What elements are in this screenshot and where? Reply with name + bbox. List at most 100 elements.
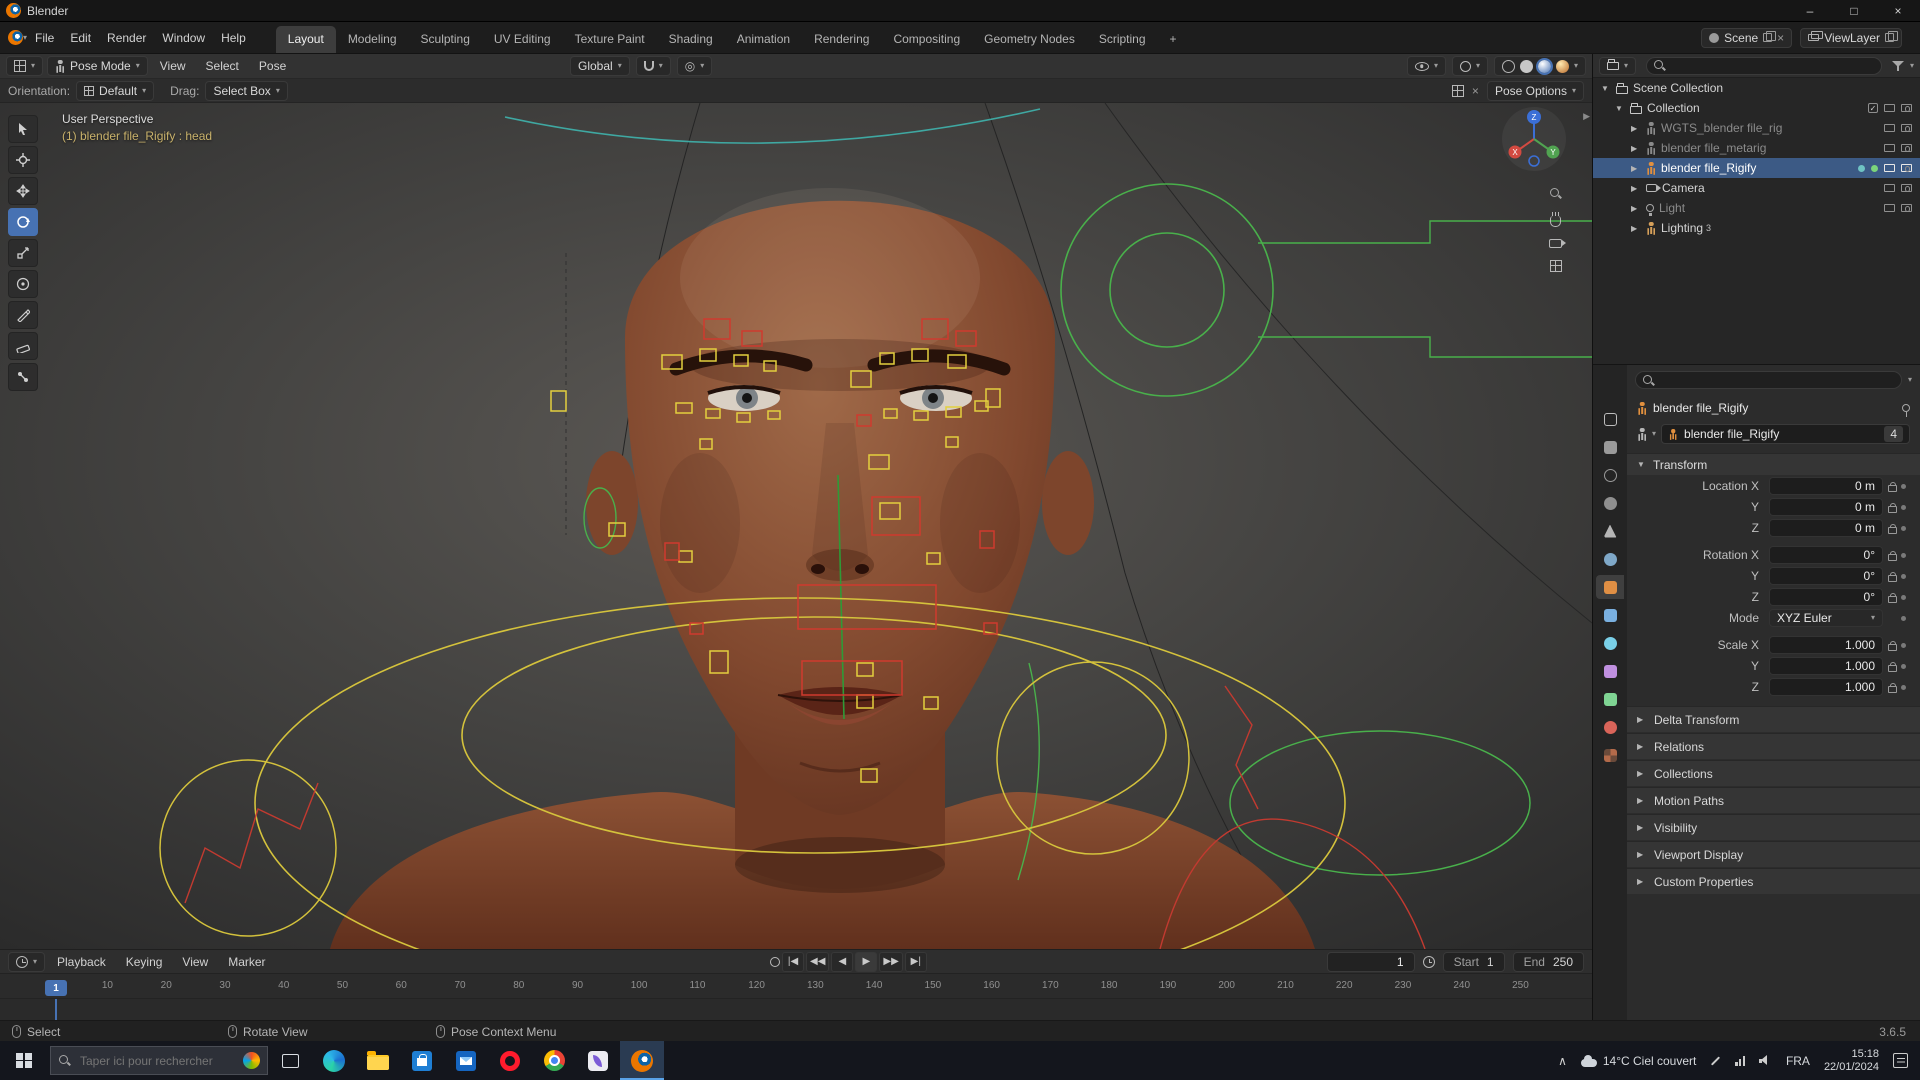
render-visibility-icon[interactable] (1901, 184, 1912, 192)
tab-world[interactable] (1596, 547, 1624, 571)
tab-shading[interactable]: Shading (657, 26, 725, 53)
tab-uv-editing[interactable]: UV Editing (482, 26, 563, 53)
properties-search[interactable] (1635, 371, 1902, 389)
navigation-gizmo[interactable]: Z X Y (1502, 107, 1566, 171)
tab-layout[interactable]: Layout (276, 26, 336, 53)
animate-dot[interactable] (1901, 664, 1906, 669)
measure-tool[interactable] (8, 332, 38, 360)
camera-view-icon[interactable] (1549, 239, 1562, 248)
taskbar-chrome[interactable] (532, 1041, 576, 1080)
scene-selector[interactable]: Scene × (1701, 28, 1792, 48)
animate-dot[interactable] (1901, 616, 1906, 621)
3d-viewport[interactable]: User Perspective (1) blender file_Rigify… (0, 103, 1592, 949)
close-icon[interactable]: × (1472, 84, 1479, 98)
menu-playback[interactable]: Playback (49, 953, 114, 971)
lock-icon[interactable] (1888, 596, 1897, 603)
outliner-row-scene-collection[interactable]: ▼ Scene Collection (1593, 78, 1920, 98)
taskbar-screenshot-tool[interactable] (576, 1041, 620, 1080)
tab-modifiers[interactable] (1596, 603, 1624, 627)
scale-tool[interactable] (8, 239, 38, 267)
blender-app-icon[interactable] (6, 3, 21, 18)
menu-keying[interactable]: Keying (118, 953, 171, 971)
selectability-visibility-dropdown[interactable]: ▾ (1407, 56, 1446, 76)
animate-dot[interactable] (1901, 553, 1906, 558)
taskbar-file-explorer[interactable] (356, 1041, 400, 1080)
viewport-visibility-icon[interactable] (1884, 164, 1895, 172)
lock-icon[interactable] (1888, 686, 1897, 693)
material-preview-icon[interactable] (1538, 60, 1551, 73)
transform-orientation-dropdown[interactable]: Global ▾ (570, 56, 630, 76)
tab-material[interactable] (1596, 715, 1624, 739)
lock-icon[interactable] (1888, 665, 1897, 672)
animate-dot[interactable] (1901, 484, 1906, 489)
start-frame-field[interactable]: Start 1 (1443, 952, 1505, 972)
new-viewlayer-icon[interactable] (1885, 33, 1894, 42)
drag-dropdown[interactable]: Select Box ▾ (205, 81, 287, 101)
minimize-button[interactable]: – (1788, 0, 1832, 22)
tab-texture[interactable] (1596, 743, 1624, 767)
animate-dot[interactable] (1901, 526, 1906, 531)
tab-constraints[interactable] (1596, 659, 1624, 683)
disclosure-icon[interactable]: ▶ (1631, 184, 1641, 193)
scale-y-field[interactable]: 1.000 (1769, 657, 1883, 675)
play-reverse-button[interactable]: ◀ (831, 952, 853, 972)
editor-type-selector[interactable]: ▾ (6, 56, 43, 76)
tab-texture-paint[interactable]: Texture Paint (563, 26, 657, 53)
tab-geometry-nodes[interactable]: Geometry Nodes (972, 26, 1087, 53)
rendered-shading-icon[interactable] (1556, 60, 1569, 73)
pose-breakdowner-tool[interactable] (8, 363, 38, 391)
pen-icon[interactable] (1711, 1056, 1720, 1065)
panel-visibility[interactable]: ▶Visibility (1627, 814, 1920, 840)
tab-view-layer[interactable] (1596, 491, 1624, 515)
prev-keyframe-button[interactable]: ◀◀ (806, 952, 829, 972)
outliner-row-camera[interactable]: ▶ Camera (1593, 178, 1920, 198)
timeline-ruler[interactable]: 1020304050607080901001101201301401501601… (0, 973, 1592, 998)
menu-edit[interactable]: Edit (62, 29, 99, 47)
lock-icon[interactable] (1888, 485, 1897, 492)
tab-animation[interactable]: Animation (725, 26, 802, 53)
viewport-visibility-icon[interactable] (1884, 104, 1895, 112)
clock-widget[interactable]: 15:18 22/01/2024 (1824, 1048, 1879, 1074)
timeline-track-area[interactable] (0, 998, 1592, 1020)
wireframe-shading-icon[interactable] (1502, 60, 1515, 73)
tab-compositing[interactable]: Compositing (881, 26, 972, 53)
action-center-icon[interactable] (1893, 1053, 1908, 1068)
panel-relations[interactable]: ▶Relations (1627, 733, 1920, 759)
viewlayer-selector[interactable]: ViewLayer (1800, 28, 1902, 48)
scale-z-field[interactable]: 1.000 (1769, 678, 1883, 696)
menu-select[interactable]: Select (198, 57, 247, 75)
panel-motion-paths[interactable]: ▶Motion Paths (1627, 787, 1920, 813)
unlink-scene-icon[interactable]: × (1777, 31, 1784, 45)
timeline-editor-selector[interactable]: ▾ (8, 952, 45, 972)
tray-expand-icon[interactable]: ∧ (1558, 1054, 1567, 1068)
solid-shading-icon[interactable] (1520, 60, 1533, 73)
menu-pose[interactable]: Pose (251, 57, 294, 75)
proportional-editing-dropdown[interactable]: ◎ ▾ (677, 56, 713, 76)
tab-tool[interactable] (1596, 407, 1624, 431)
tab-scene[interactable] (1596, 519, 1624, 543)
transform-panel-header[interactable]: ▼ Transform (1627, 453, 1920, 475)
weather-widget[interactable]: 14°C Ciel couvert (1581, 1054, 1697, 1068)
volume-icon[interactable] (1759, 1055, 1772, 1066)
tab-physics[interactable] (1596, 631, 1624, 655)
network-icon[interactable] (1735, 1056, 1745, 1066)
render-visibility-icon[interactable] (1901, 124, 1912, 132)
lock-icon[interactable] (1888, 527, 1897, 534)
exclude-checkbox[interactable]: ✓ (1868, 103, 1878, 113)
animate-dot[interactable] (1901, 595, 1906, 600)
tab-object-data[interactable] (1596, 687, 1624, 711)
close-button[interactable]: × (1876, 0, 1920, 22)
outliner-row-light[interactable]: ▶ Light (1593, 198, 1920, 218)
lock-icon[interactable] (1888, 554, 1897, 561)
panel-collections[interactable]: ▶Collections (1627, 760, 1920, 786)
disclosure-icon[interactable]: ▶ (1631, 204, 1641, 213)
snap-toggle[interactable]: ▾ (636, 56, 671, 76)
viewport-visibility-icon[interactable] (1884, 124, 1895, 132)
render-visibility-icon[interactable] (1901, 104, 1912, 112)
search-highlights-icon[interactable] (243, 1052, 260, 1069)
jump-to-end-button[interactable]: ▶| (905, 952, 927, 972)
overlays-dropdown[interactable]: ▾ (1452, 56, 1488, 76)
tab-output[interactable] (1596, 463, 1624, 487)
animate-dot[interactable] (1901, 505, 1906, 510)
lock-icon[interactable] (1888, 644, 1897, 651)
